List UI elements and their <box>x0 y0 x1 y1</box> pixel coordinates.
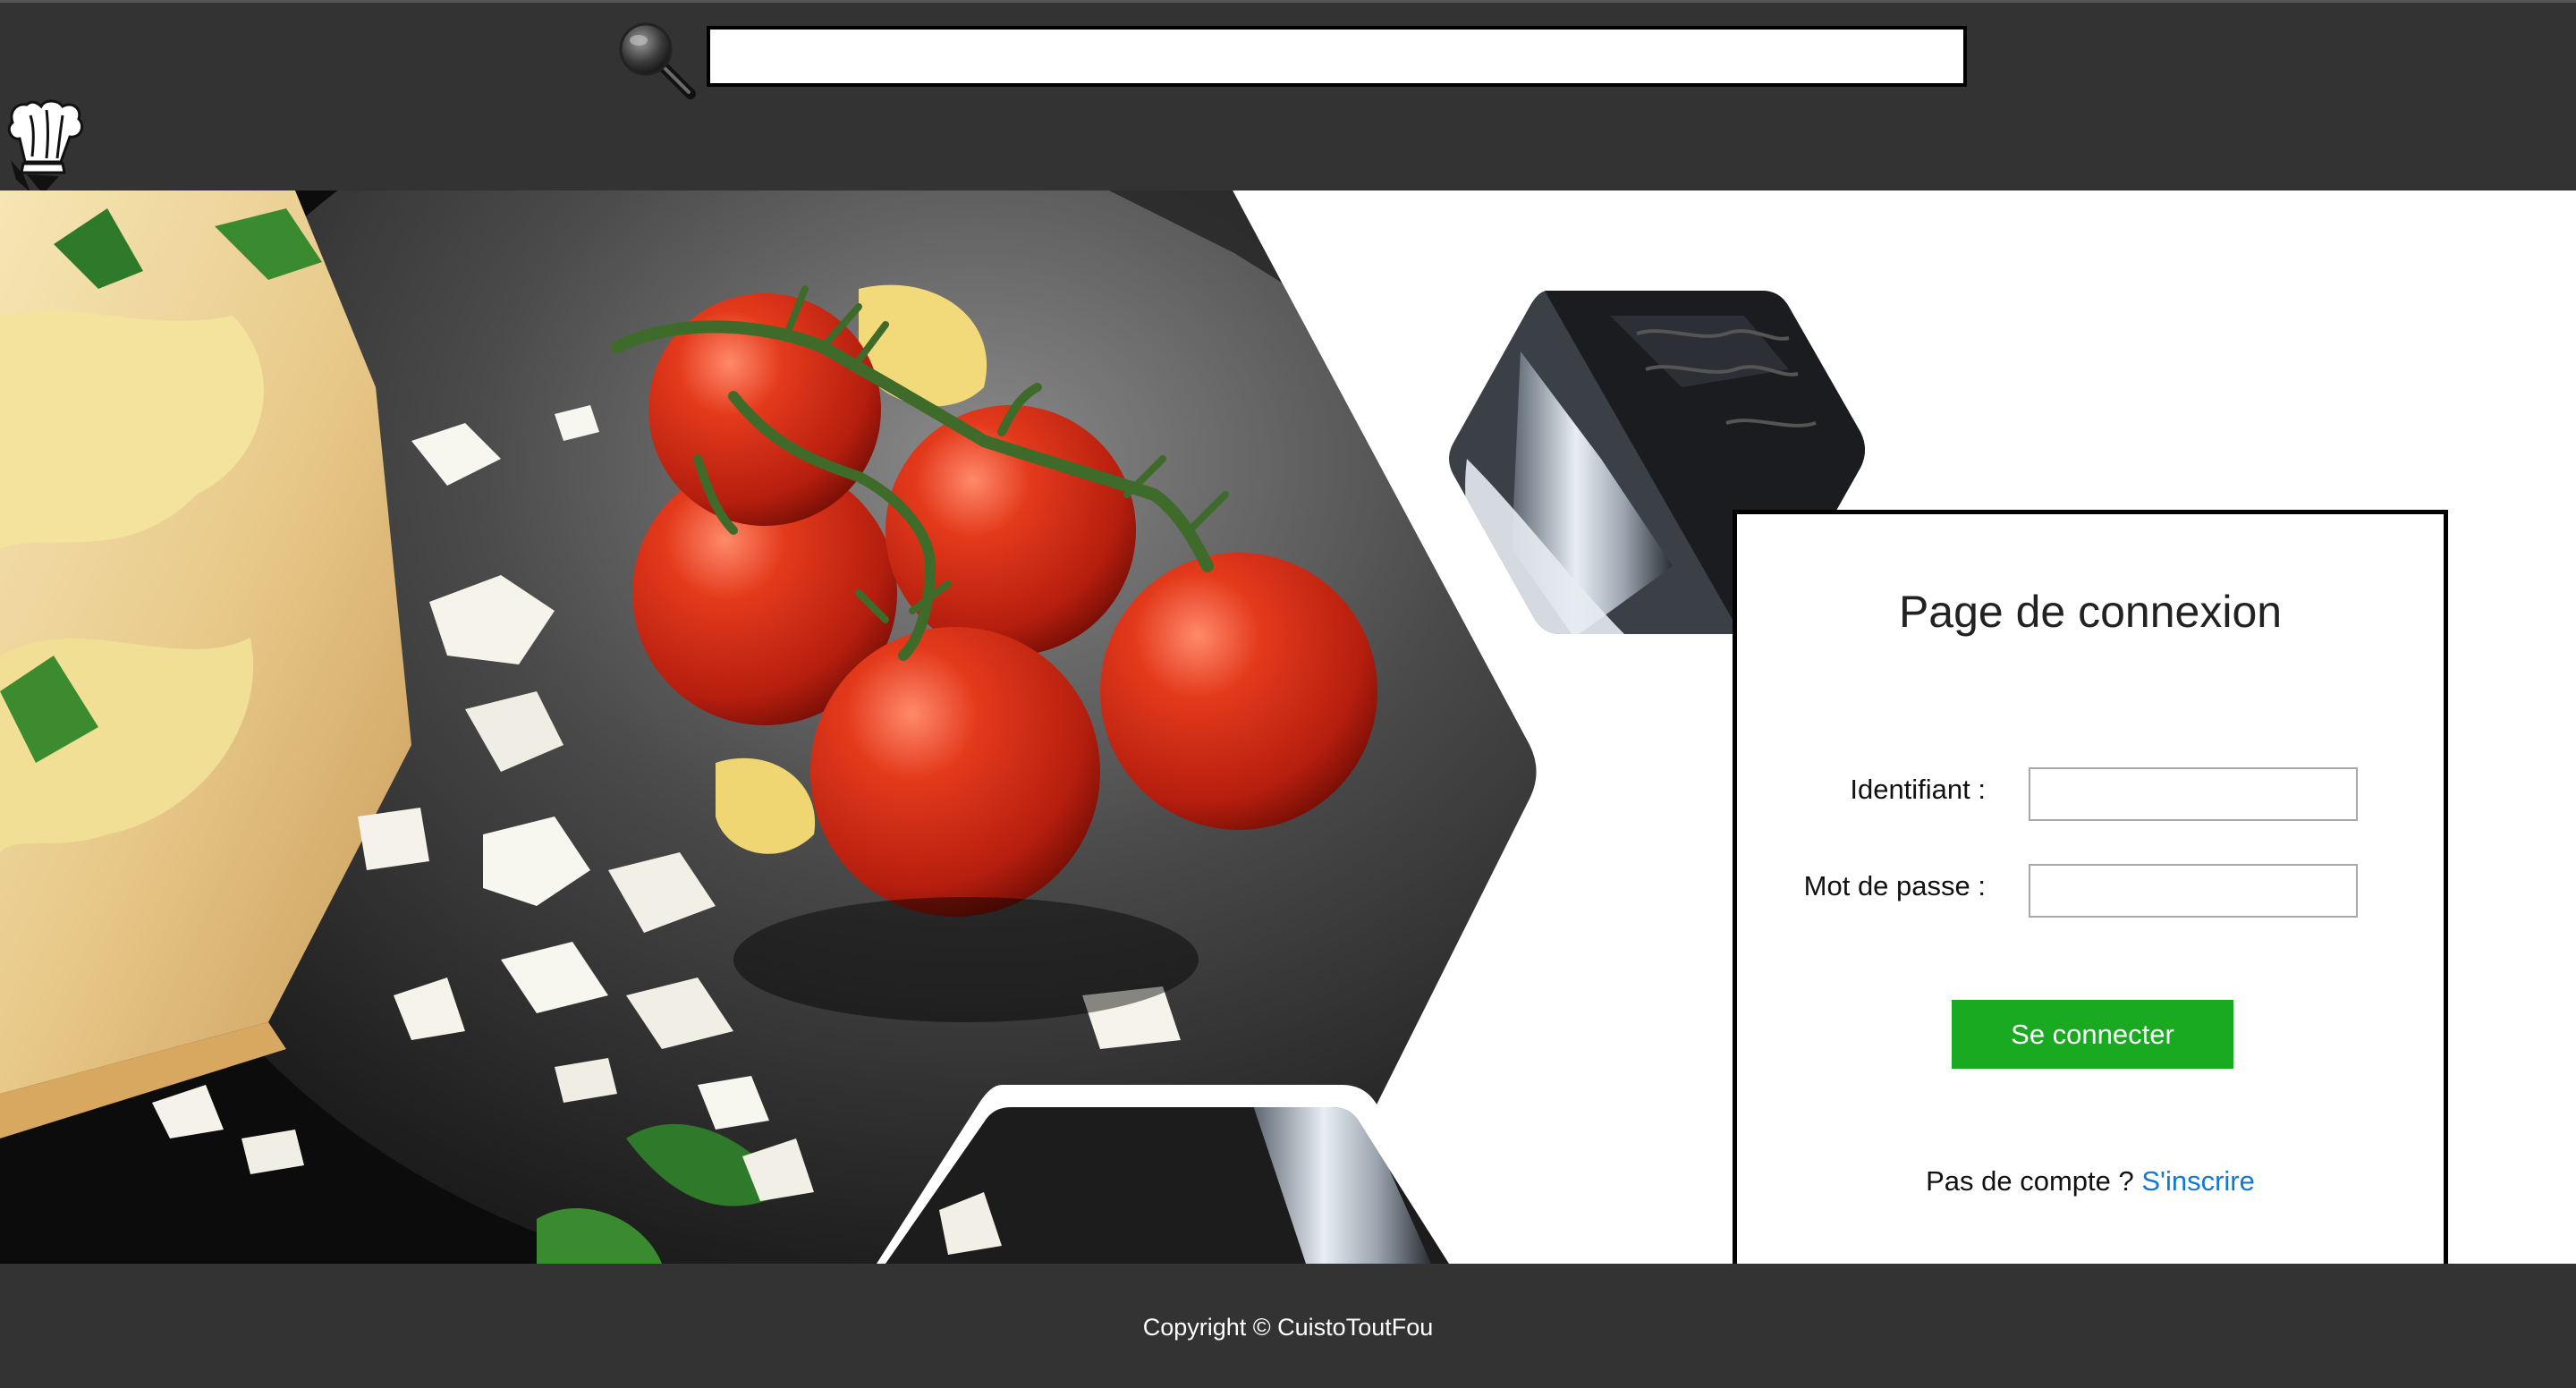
copyright-text: Copyright © CuistoToutFou <box>1142 1314 1434 1341</box>
chef-hat-icon[interactable] <box>7 99 89 198</box>
signup-prompt: Pas de compte ? S'inscrire <box>1737 1165 2444 1198</box>
password-label: Mot de passe : <box>1803 870 1986 901</box>
site-header <box>0 0 2576 194</box>
site-footer: Copyright © CuistoToutFou <box>0 1264 2576 1388</box>
no-account-text: Pas de compte ? <box>1926 1165 2134 1197</box>
signup-link[interactable]: S'inscrire <box>2141 1165 2255 1197</box>
login-page: Page de connexion Identifiant : Mot de p… <box>0 0 2576 1388</box>
username-field[interactable] <box>2029 767 2358 821</box>
search-input[interactable] <box>707 26 1967 87</box>
login-form: Page de connexion Identifiant : Mot de p… <box>1733 510 2448 1264</box>
login-title: Page de connexion <box>1898 587 2283 637</box>
username-label: Identifiant : <box>1850 774 1986 805</box>
hero-banner: Page de connexion Identifiant : Mot de p… <box>0 190 2576 1264</box>
search-icon[interactable] <box>614 17 699 103</box>
login-button[interactable]: Se connecter <box>1952 1000 2233 1069</box>
password-field[interactable] <box>2029 864 2358 918</box>
